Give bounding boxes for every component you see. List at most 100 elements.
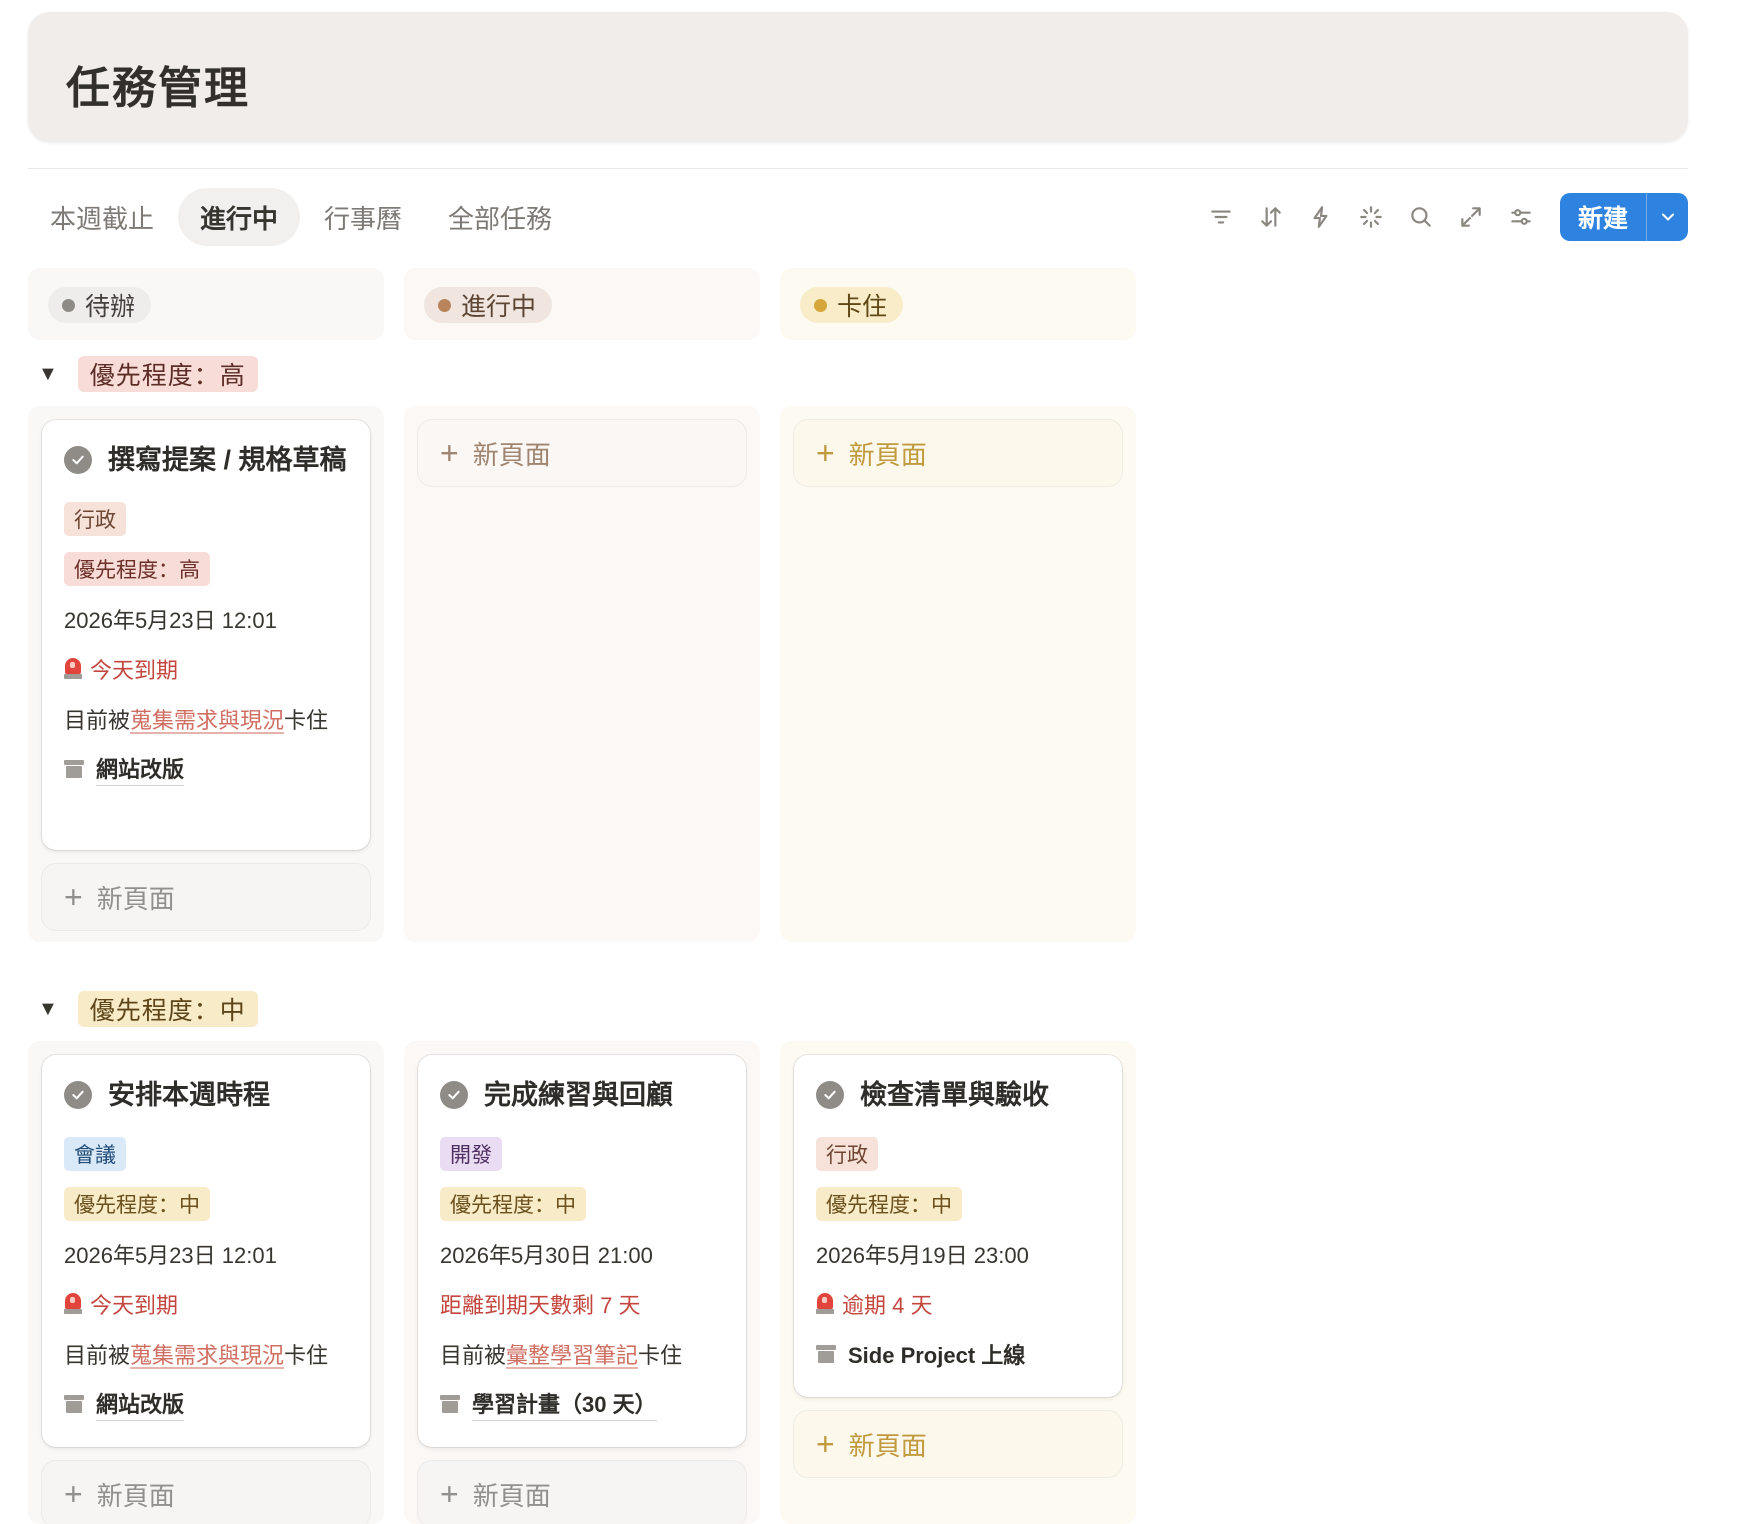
blocked-suffix: 卡住: [284, 1343, 329, 1368]
card-date: 2026年5月19日 23:00: [816, 1243, 1029, 1268]
tab-calendar[interactable]: 行事曆: [302, 188, 424, 246]
card-blocked-row: 目前被 蒐集需求與現況 卡住: [64, 1329, 348, 1379]
card-date: 2026年5月23日 12:01: [64, 608, 277, 633]
blocked-suffix: 卡住: [284, 708, 329, 733]
status-label: 進行中: [461, 293, 537, 321]
card-priority-row: 優先程度：中: [64, 1179, 348, 1229]
archive-box-icon: [64, 1395, 84, 1413]
page-header: 任務管理: [28, 12, 1688, 142]
task-card[interactable]: 安排本週時程 會議 優先程度：中 2026年5月23日 12:01 今天到期 目…: [42, 1055, 370, 1447]
lane-medium-todo: 安排本週時程 會議 優先程度：中 2026年5月23日 12:01 今天到期 目…: [28, 1041, 384, 1524]
plus-icon: +: [440, 1476, 459, 1512]
lane-high-blocked: + 新頁面: [780, 406, 1136, 942]
lane-high-todo: 撰寫提案 / 規格草稿 行政 優先程度：高 2026年5月23日 12:01 今…: [28, 406, 384, 942]
priority-tag: 優先程度：中: [816, 1187, 962, 1221]
group-label: 優先程度：中: [77, 991, 258, 1027]
new-dropdown-button[interactable]: [1646, 193, 1688, 241]
new-button[interactable]: 新建: [1560, 193, 1646, 241]
card-due-row: 逾期 4 天: [816, 1279, 1100, 1329]
due-status: 今天到期: [90, 658, 179, 683]
card-tag-row: 會議: [64, 1129, 348, 1179]
group-header-medium[interactable]: ▼ 優先程度：中: [38, 989, 258, 1029]
task-card[interactable]: 檢查清單與驗收 行政 優先程度：中 2026年5月19日 23:00 逾期 4 …: [794, 1055, 1122, 1397]
checkmark-icon: [816, 1081, 844, 1109]
plus-icon: +: [440, 435, 459, 471]
collapse-triangle-icon[interactable]: ▼: [38, 998, 58, 1021]
plus-icon: +: [64, 879, 83, 915]
task-card[interactable]: 完成練習與回顧 開發 優先程度：中 2026年5月30日 21:00 距離到期天…: [418, 1055, 746, 1447]
priority-tag: 優先程度：高: [64, 552, 210, 586]
blocked-by-link[interactable]: 彙整學習筆記: [506, 1338, 638, 1370]
expand-icon[interactable]: [1446, 192, 1496, 242]
due-status: 距離到期天數剩 7 天: [440, 1293, 641, 1318]
tab-in-progress[interactable]: 進行中: [178, 188, 301, 246]
due-status: 逾期 4 天: [842, 1293, 933, 1318]
lane-medium-in-progress: 完成練習與回顧 開發 優先程度：中 2026年5月30日 21:00 距離到期天…: [404, 1041, 760, 1524]
new-page-button[interactable]: + 新頁面: [794, 1411, 1122, 1477]
project-link[interactable]: 網站改版: [96, 1387, 185, 1421]
plus-icon: +: [816, 435, 835, 471]
status-dot: [62, 298, 75, 312]
archive-box-icon: [816, 1345, 836, 1363]
blocked-by-link[interactable]: 蒐集需求與現況: [130, 703, 284, 735]
card-project-row: 網站改版: [64, 1379, 348, 1429]
status-dot: [438, 298, 451, 312]
card-project-row: 學習計畫（30 天）: [440, 1379, 724, 1429]
column-header-in-progress: 進行中: [404, 268, 760, 340]
card-blocked-row: 目前被 蒐集需求與現況 卡住: [64, 694, 348, 744]
task-card[interactable]: 撰寫提案 / 規格草稿 行政 優先程度：高 2026年5月23日 12:01 今…: [42, 420, 370, 850]
chevron-down-icon: [1661, 213, 1674, 221]
siren-icon: [64, 658, 82, 680]
card-title: 檢查清單與驗收: [860, 1080, 1049, 1110]
new-button-group: 新建: [1559, 193, 1688, 241]
card-priority-row: 優先程度：中: [816, 1179, 1100, 1229]
new-page-label: 新頁面: [96, 883, 175, 914]
checkmark-icon: [64, 446, 92, 474]
project-link[interactable]: 網站改版: [96, 752, 185, 786]
collapse-triangle-icon[interactable]: ▼: [38, 363, 58, 386]
card-tag-row: 行政: [64, 494, 348, 544]
card-title-row: 完成練習與回顧: [440, 1075, 724, 1115]
lane-medium-blocked: 檢查清單與驗收 行政 優先程度：中 2026年5月19日 23:00 逾期 4 …: [780, 1041, 1136, 1524]
archive-box-icon: [64, 760, 84, 778]
category-tag: 會議: [64, 1137, 126, 1171]
tab-due-this-week[interactable]: 本週截止: [28, 188, 176, 246]
blocked-prefix: 目前被: [440, 1343, 507, 1368]
new-page-label: 新頁面: [848, 439, 927, 470]
column-header-blocked: 卡住: [780, 268, 1136, 340]
archive-box-icon: [440, 1395, 460, 1413]
group-label: 優先程度：高: [77, 356, 258, 392]
card-priority-row: 優先程度：高: [64, 544, 348, 594]
view-toolbar: 新建: [1196, 192, 1688, 242]
new-page-button[interactable]: + 新頁面: [418, 1461, 746, 1524]
filter-icon[interactable]: [1196, 192, 1246, 242]
card-project-row: Side Project 上線: [816, 1329, 1100, 1379]
settings-sliders-icon[interactable]: [1496, 192, 1546, 242]
project-link[interactable]: Side Project 上線: [848, 1338, 1025, 1370]
project-link[interactable]: 學習計畫（30 天）: [472, 1387, 657, 1421]
search-icon[interactable]: [1396, 192, 1446, 242]
card-due-row: 今天到期: [64, 1279, 348, 1329]
status-pill-in-progress[interactable]: 進行中: [424, 287, 553, 323]
new-page-label: 新頁面: [472, 1480, 551, 1511]
category-tag: 開發: [440, 1137, 502, 1171]
category-tag: 行政: [816, 1137, 878, 1171]
ai-sparkle-icon[interactable]: [1346, 192, 1396, 242]
category-tag: 行政: [64, 502, 126, 536]
siren-icon: [816, 1293, 834, 1315]
priority-tag: 優先程度：中: [64, 1187, 210, 1221]
tab-all-tasks[interactable]: 全部任務: [426, 188, 574, 246]
new-page-button[interactable]: + 新頁面: [418, 420, 746, 486]
card-title: 撰寫提案 / 規格草稿: [108, 445, 347, 475]
view-tabs: 本週截止 進行中 行事曆 全部任務: [28, 188, 576, 246]
group-header-high[interactable]: ▼ 優先程度：高: [38, 354, 258, 394]
new-page-button[interactable]: + 新頁面: [42, 1461, 370, 1524]
page-title: 任務管理: [66, 64, 250, 113]
blocked-by-link[interactable]: 蒐集需求與現況: [130, 1338, 284, 1370]
new-page-button[interactable]: + 新頁面: [794, 420, 1122, 486]
status-pill-blocked[interactable]: 卡住: [800, 287, 904, 323]
automation-icon[interactable]: [1296, 192, 1346, 242]
new-page-button[interactable]: + 新頁面: [42, 864, 370, 930]
sort-icon[interactable]: [1246, 192, 1296, 242]
status-pill-todo[interactable]: 待辦: [48, 287, 152, 323]
